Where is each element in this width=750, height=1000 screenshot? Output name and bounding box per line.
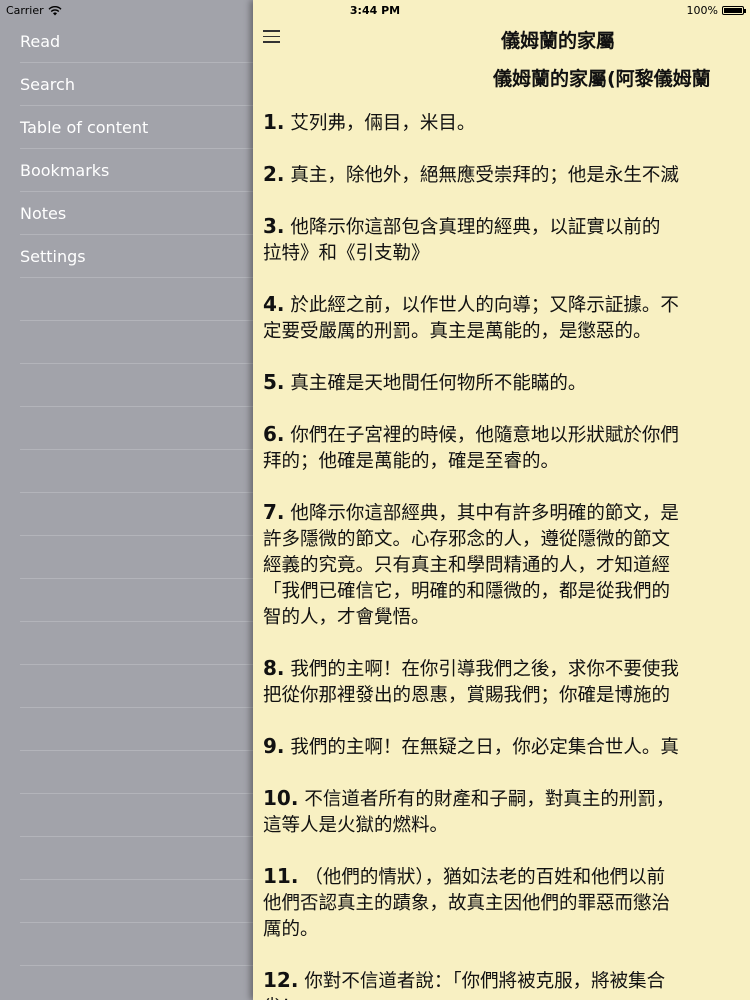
- sidebar-empty-row: [20, 450, 253, 493]
- sidebar-empty-row: [20, 837, 253, 880]
- verse-number: 2.: [263, 162, 285, 186]
- battery-icon: [722, 6, 746, 15]
- verse-line: 他降示你這部包含真理的經典，以証實以前的: [290, 217, 661, 238]
- verse-line: 艾列弗，倆目，米目。: [290, 113, 476, 134]
- sidebar-empty-row: [20, 622, 253, 665]
- verse-line: 我們的主啊！在你引導我們之後，求你不要使我: [290, 659, 679, 680]
- verse-number: 6.: [263, 422, 285, 446]
- verse[interactable]: 12. 你對不信道者說：「你們將被克服，將被集合劣！」: [263, 967, 750, 1000]
- sidebar-item-bookmarks[interactable]: Bookmarks: [20, 149, 253, 192]
- hamburger-menu-icon[interactable]: [263, 30, 280, 43]
- verse-line: 「我們已確信它，明確的和隱微的，都是從我們的: [263, 581, 671, 602]
- sidebar-empty-row: [20, 364, 253, 407]
- sidebar-item-label[interactable]: Bookmarks: [20, 149, 253, 192]
- verse-line: 許多隱微的節文。心存邪念的人，遵從隱微的節文: [263, 529, 671, 550]
- verse[interactable]: 3. 他降示你這部包含真理的經典，以証實以前的拉特》和《引支勒》: [263, 213, 750, 267]
- verse-line: 真主，除他外，絕無應受崇拜的；他是永生不滅: [290, 165, 679, 186]
- sidebar-item-search[interactable]: Search: [20, 63, 253, 106]
- verse-number: 12.: [263, 968, 299, 992]
- sidebar-item-table-of-content[interactable]: Table of content: [20, 106, 253, 149]
- verse-number: 4.: [263, 292, 285, 316]
- verse-line: 定要受嚴厲的刑罰。真主是萬能的，是懲惡的。: [263, 321, 652, 342]
- chapter-title: 儀姆蘭的家屬(阿黎儀姆蘭: [493, 68, 711, 90]
- verse-number: 11.: [263, 864, 299, 888]
- sidebar-empty-row: [20, 321, 253, 364]
- verse[interactable]: 2. 真主，除他外，絕無應受崇拜的；他是永生不滅: [263, 161, 750, 189]
- sidebar-item-label[interactable]: Search: [20, 63, 253, 106]
- verse-number: 8.: [263, 656, 285, 680]
- verse[interactable]: 9. 我們的主啊！在無疑之日，你必定集合世人。真: [263, 733, 750, 761]
- verse-line: 他降示你這部經典，其中有許多明確的節文，是: [290, 503, 679, 524]
- sidebar-item-label[interactable]: Read: [20, 20, 253, 63]
- sidebar-empty-row: [20, 751, 253, 794]
- sidebar-empty-row: [20, 536, 253, 579]
- verse[interactable]: 8. 我們的主啊！在你引導我們之後，求你不要使我把從你那裡發出的恩惠，賞賜我們；…: [263, 655, 750, 709]
- verse-number: 5.: [263, 370, 285, 394]
- sidebar-empty-row: [20, 665, 253, 708]
- sidebar-item-label[interactable]: Settings: [20, 235, 253, 278]
- verse-line: 真主確是天地間任何物所不能瞞的。: [290, 373, 587, 394]
- sidebar-empty-row: [20, 708, 253, 751]
- verse-number: 7.: [263, 500, 285, 524]
- page-title: 儀姆蘭的家屬: [500, 30, 616, 52]
- sidebar-empty-row: [20, 579, 253, 622]
- sidebar-item-read[interactable]: Read: [20, 20, 253, 63]
- sidebar-item-label[interactable]: Table of content: [20, 106, 253, 149]
- sidebar-menu: Read Search Table of content Bookmarks N…: [0, 0, 253, 1000]
- verse-line: 於此經之前，以作世人的向導；又降示証據。不: [290, 295, 679, 316]
- sidebar-item-notes[interactable]: Notes: [20, 192, 253, 235]
- chapter-content: 儀姆蘭的家屬(阿黎儀姆蘭 1. 艾列弗，倆目，米目。 2. 真主，除他外，絕無應受…: [263, 60, 750, 1000]
- verse-line: 你們在子宮裡的時候，他隨意地以形狀賦於你們: [290, 425, 679, 446]
- verse-line: 不信道者所有的財產和子嗣，對真主的刑罰，: [304, 789, 675, 810]
- verse-line: 他們否認真主的蹟象，故真主因他們的罪惡而懲治: [263, 893, 671, 914]
- verse-line: 經義的究竟。只有真主和學問精通的人，才知道經: [263, 555, 671, 576]
- verse-line: 把從你那裡發出的恩惠，賞賜我們；你確是博施的: [263, 685, 671, 706]
- sidebar-empty-row: [20, 880, 253, 923]
- nav-bar: 儀姆蘭的家屬: [253, 20, 750, 56]
- sidebar-empty-row: [20, 278, 253, 321]
- verse[interactable]: 4. 於此經之前，以作世人的向導；又降示証據。不定要受嚴厲的刑罰。真主是萬能的，…: [263, 291, 750, 345]
- sidebar-empty-row: [20, 794, 253, 837]
- reader-panel[interactable]: 儀姆蘭的家屬 儀姆蘭的家屬(阿黎儀姆蘭 1. 艾列弗，倆目，米目。 2. 真主，除…: [253, 0, 750, 1000]
- status-bar: Carrier 3:44 PM 100%: [0, 0, 750, 20]
- verse-line: 拜的；他確是萬能的，確是至睿的。: [263, 451, 560, 472]
- sidebar-empty-row: [20, 407, 253, 450]
- sidebar-item-label[interactable]: Notes: [20, 192, 253, 235]
- verse[interactable]: 6. 你們在子宮裡的時候，他隨意地以形狀賦於你們拜的；他確是萬能的，確是至睿的。: [263, 421, 750, 475]
- verse-line: 你對不信道者說：「你們將被克服，將被集合: [304, 971, 666, 992]
- sidebar-item-settings[interactable]: Settings: [20, 235, 253, 278]
- verse[interactable]: 7. 他降示你這部經典，其中有許多明確的節文，是許多隱微的節文。心存邪念的人，遵…: [263, 499, 750, 631]
- verse-number: 10.: [263, 786, 299, 810]
- verse-number: 3.: [263, 214, 285, 238]
- verse-line: （他們的情狀），猶如法老的百姓和他們以前: [304, 867, 666, 888]
- verse-line: 我們的主啊！在無疑之日，你必定集合世人。真: [290, 737, 679, 758]
- verse-line: 拉特》和《引支勒》: [263, 243, 430, 264]
- verse-number: 1.: [263, 110, 285, 134]
- battery-percent: 100%: [686, 4, 718, 17]
- status-time: 3:44 PM: [349, 4, 401, 17]
- verse[interactable]: 5. 真主確是天地間任何物所不能瞞的。: [263, 369, 750, 397]
- menu-list: Read Search Table of content Bookmarks N…: [0, 20, 253, 966]
- verse[interactable]: 10. 不信道者所有的財產和子嗣，對真主的刑罰， 這等人是火獄的燃料。: [263, 785, 750, 839]
- verse[interactable]: 1. 艾列弗，倆目，米目。: [263, 109, 750, 137]
- verse-line: 厲的。: [263, 919, 319, 940]
- verse-line: 智的人，才會覺悟。: [263, 607, 430, 628]
- verse-number: 9.: [263, 734, 285, 758]
- sidebar-empty-row: [20, 493, 253, 536]
- verse-line: 這等人是火獄的燃料。: [263, 815, 449, 836]
- verse[interactable]: 11. （他們的情狀），猶如法老的百姓和他們以前他們否認真主的蹟象，故真主因他們…: [263, 863, 750, 943]
- sidebar-empty-row: [20, 923, 253, 966]
- battery-indicator: 100%: [686, 4, 746, 17]
